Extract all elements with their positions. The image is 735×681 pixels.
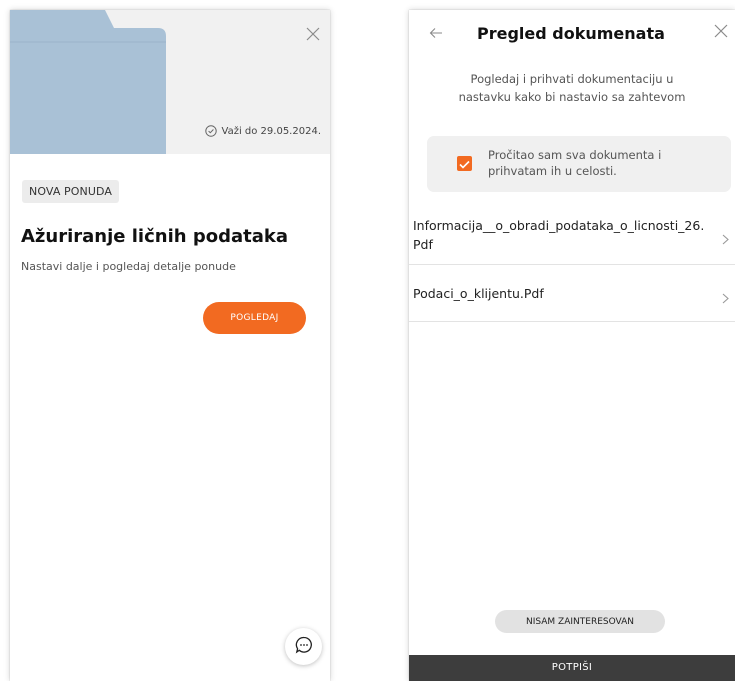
- consent-label[interactable]: Pročitao sam sva dokumenta i prihvatam i…: [488, 147, 713, 179]
- check-circle-icon: [204, 125, 217, 137]
- folder-illustration: [10, 10, 166, 154]
- document-review-screen: Pregled dokumenata Pogledaj i prihvati d…: [409, 10, 735, 681]
- close-icon[interactable]: [306, 26, 320, 45]
- document-item[interactable]: Informacija__o_obradi_podataka_o_licnost…: [409, 206, 735, 265]
- sign-button[interactable]: POTPIŠI: [409, 655, 735, 681]
- document-name: Informacija__o_obradi_podataka_o_licnost…: [413, 218, 705, 252]
- validity-text: Važi do 29.05.2024.: [221, 125, 321, 137]
- validity-label: Važi do 29.05.2024.: [204, 125, 321, 137]
- chat-icon: [294, 635, 314, 659]
- consent-line: prihvatam ih u celosti.: [488, 164, 617, 178]
- chevron-right-icon: [722, 230, 729, 249]
- consent-box: Pročitao sam sva dokumenta i prihvatam i…: [427, 136, 731, 192]
- offer-screen: Važi do 29.05.2024. NOVA PONUDA Ažuriran…: [10, 10, 330, 681]
- chevron-right-icon: [722, 289, 729, 308]
- page-title: Pregled dokumenata: [477, 24, 665, 43]
- consent-line: Pročitao sam sva dokumenta i: [488, 148, 662, 162]
- checkbox-check-icon: [459, 154, 470, 173]
- document-item[interactable]: Podaci_o_klijentu.Pdf: [409, 265, 735, 322]
- offer-title: Ažuriranje ličnih podataka: [21, 226, 288, 247]
- document-name: Podaci_o_klijentu.Pdf: [413, 286, 544, 301]
- instructions-line: Pogledaj i prihvati dokumentaciju u: [470, 72, 674, 86]
- instructions-line: nastavku kako bi nastavio sa zahtevom: [458, 90, 686, 104]
- not-interested-button[interactable]: NISAM ZAINTERESOVAN: [495, 610, 665, 633]
- back-arrow-icon[interactable]: [429, 24, 443, 43]
- view-offer-button[interactable]: POGLEDAJ: [203, 302, 306, 334]
- new-offer-badge: NOVA PONUDA: [22, 180, 120, 203]
- instructions-text: Pogledaj i prihvati dokumentaciju u nast…: [409, 70, 735, 106]
- close-icon[interactable]: [714, 23, 728, 42]
- offer-subtitle: Nastavi dalje i pogledaj detalje ponude: [21, 260, 236, 273]
- consent-checkbox[interactable]: [457, 156, 472, 171]
- chat-button[interactable]: [285, 628, 322, 665]
